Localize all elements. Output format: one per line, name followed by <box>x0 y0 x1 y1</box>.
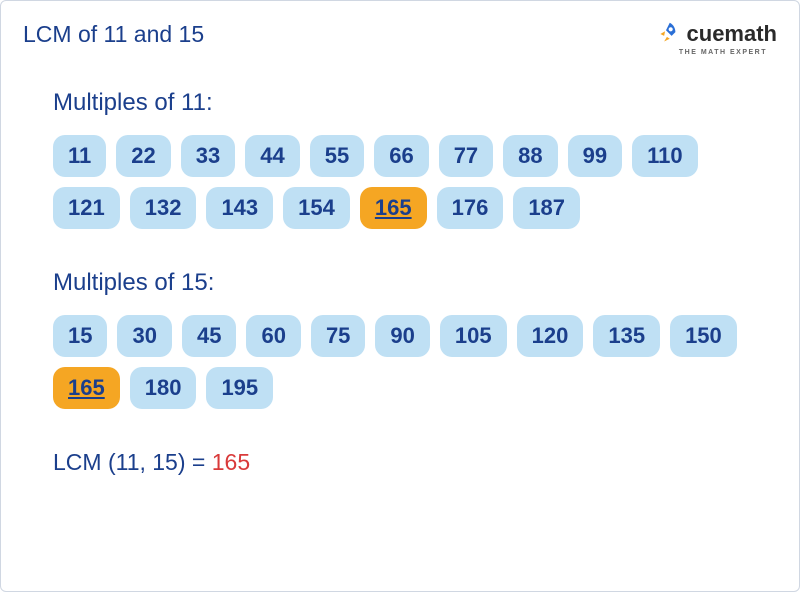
result-answer: 165 <box>212 449 250 475</box>
brand-logo: cuemath <box>651 19 777 49</box>
multiple-chip: 88 <box>503 135 557 177</box>
section-label: Multiples of 15: <box>53 269 747 297</box>
multiple-chip-highlight: 165 <box>53 367 120 409</box>
multiple-chip: 33 <box>181 135 235 177</box>
multiple-chip: 15 <box>53 315 107 357</box>
multiple-chip: 110 <box>632 135 698 177</box>
multiple-chip-highlight: 165 <box>360 187 427 229</box>
multiple-chip: 195 <box>206 367 273 409</box>
multiples-list-11: 1122 3344 5566 7788 99110 1211321431541651761… <box>53 135 747 229</box>
multiple-chip: 30 <box>117 315 171 357</box>
section-multiples-15: Multiples of 15: 1530 4560 7590 10512013515… <box>53 269 747 409</box>
multiple-chip: 45 <box>182 315 236 357</box>
page-title: LCM of 11 and 15 <box>23 21 204 48</box>
multiple-chip: 176 <box>437 187 504 229</box>
section-multiples-11: Multiples of 11: 1122 3344 5566 7788 99110 12… <box>53 89 747 229</box>
multiple-chip: 99 <box>568 135 622 177</box>
content: Multiples of 11: 1122 3344 5566 7788 99110 12… <box>1 49 799 476</box>
multiple-chip: 77 <box>439 135 493 177</box>
header: LCM of 11 and 15 cuemath THE MATH EXPERT <box>1 1 799 49</box>
multiples-list-15: 1530 4560 7590 105120135150 165180195 <box>53 315 747 409</box>
multiple-chip: 75 <box>311 315 365 357</box>
multiple-chip: 143 <box>206 187 273 229</box>
multiple-chip: 90 <box>375 315 429 357</box>
multiple-chip: 150 <box>670 315 737 357</box>
multiple-chip: 187 <box>513 187 580 229</box>
rocket-icon <box>651 19 681 49</box>
multiple-chip: 121 <box>53 187 120 229</box>
multiple-chip: 11 <box>53 135 106 177</box>
multiple-chip: 66 <box>374 135 428 177</box>
multiple-chip: 22 <box>116 135 170 177</box>
brand-name: cuemath <box>687 21 777 47</box>
lcm-result: LCM (11, 15) = 165 <box>53 449 747 476</box>
multiple-chip: 105 <box>440 315 507 357</box>
multiple-chip: 44 <box>245 135 299 177</box>
result-prefix: LCM (11, 15) = <box>53 449 212 475</box>
multiple-chip: 180 <box>130 367 197 409</box>
multiple-chip: 55 <box>310 135 364 177</box>
section-label: Multiples of 11: <box>53 89 747 117</box>
brand-tagline: THE MATH EXPERT <box>679 49 767 56</box>
multiple-chip: 135 <box>593 315 660 357</box>
multiple-chip: 132 <box>130 187 197 229</box>
multiple-chip: 60 <box>246 315 300 357</box>
multiple-chip: 154 <box>283 187 350 229</box>
multiple-chip: 120 <box>517 315 584 357</box>
